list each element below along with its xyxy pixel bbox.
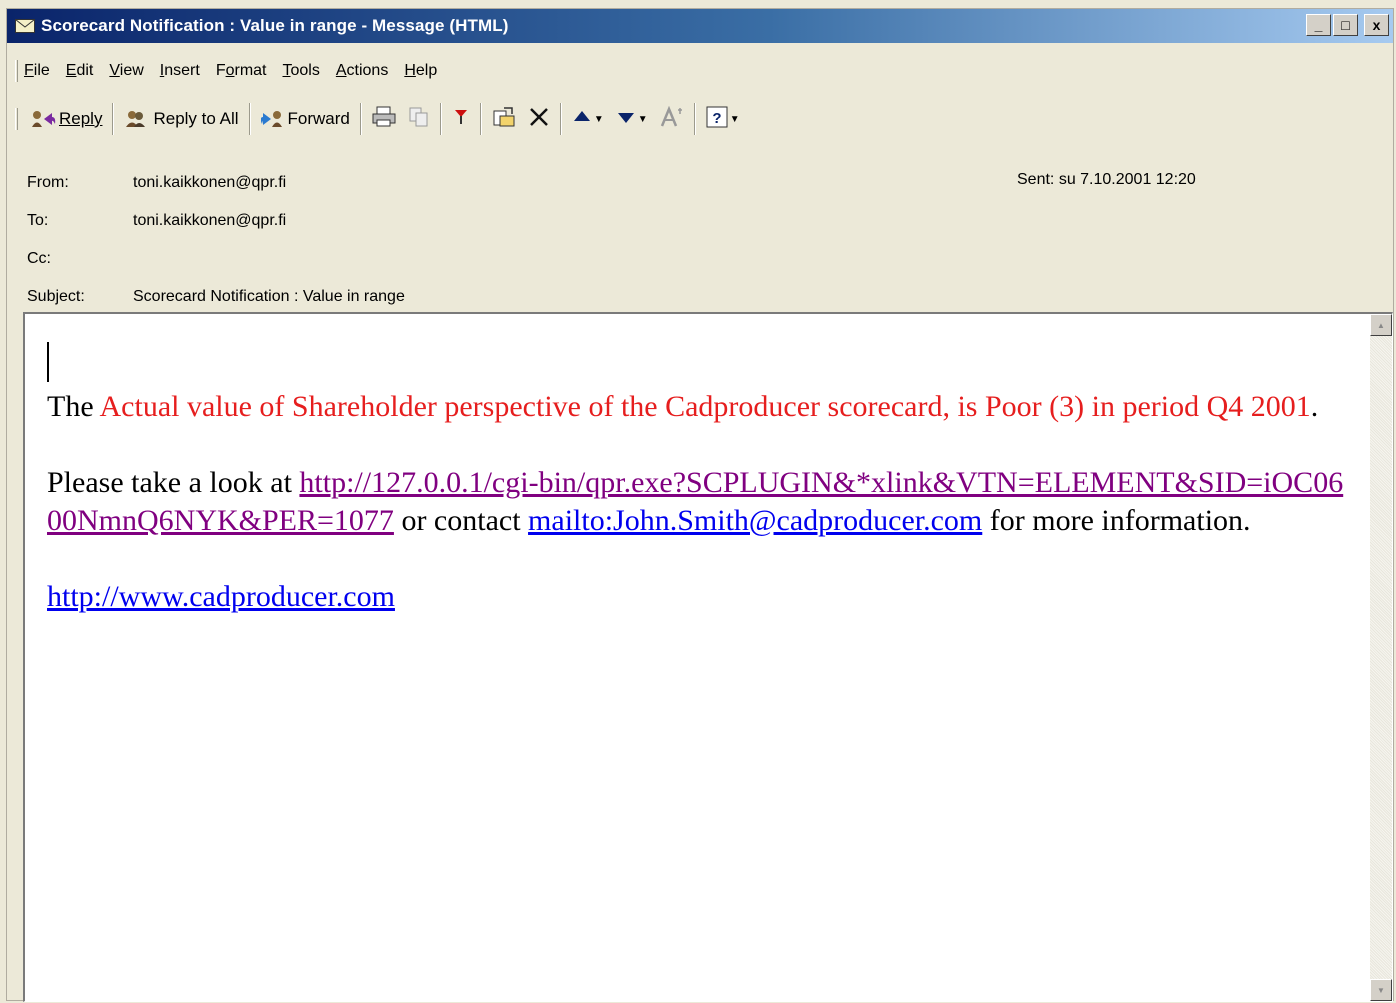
- delete-button[interactable]: [522, 102, 556, 136]
- minimize-button[interactable]: _: [1306, 14, 1331, 36]
- delete-icon: [528, 106, 550, 133]
- close-button[interactable]: x: [1364, 14, 1389, 36]
- flag-button[interactable]: [446, 102, 476, 136]
- toolbar-separator: [439, 103, 442, 135]
- from-value[interactable]: toni.kaikkonen@qpr.fi: [133, 174, 286, 198]
- forward-label: Forward: [287, 109, 350, 128]
- window-title: Scorecard Notification : Value in range …: [41, 16, 509, 35]
- email-link[interactable]: mailto:John.Smith@cadproducer.com: [528, 504, 982, 537]
- menu-view[interactable]: View: [109, 62, 143, 80]
- font-size-icon: [660, 105, 684, 133]
- website-paragraph: http://www.cadproducer.com: [47, 578, 1347, 616]
- menu-format[interactable]: Format: [216, 62, 267, 80]
- forward-icon: [260, 109, 285, 129]
- from-label: From:: [27, 174, 69, 191]
- cc-label: Cc:: [27, 250, 51, 267]
- subject-row: Subject: Scorecard Notification : Value …: [27, 288, 405, 312]
- up-arrow-icon: [572, 109, 592, 130]
- scroll-up-button[interactable]: ▲: [1370, 314, 1392, 336]
- print-button[interactable]: [366, 102, 402, 136]
- previous-item-button[interactable]: ▼: [566, 102, 610, 136]
- maximize-button[interactable]: □: [1333, 14, 1358, 36]
- menu-grip[interactable]: [15, 60, 18, 82]
- toolbar-separator: [559, 103, 562, 135]
- copy-button[interactable]: [402, 102, 436, 136]
- sent-value: su 7.10.2001 12:20: [1058, 171, 1196, 188]
- reply-icon: [30, 109, 56, 129]
- toolbar-separator: [112, 103, 115, 135]
- from-row: From: toni.kaikkonen@qpr.fi: [27, 174, 286, 198]
- forward-button[interactable]: Forward: [255, 102, 356, 136]
- cc-row: Cc:: [27, 250, 133, 274]
- to-row: To: toni.kaikkonen@qpr.fi: [27, 212, 286, 236]
- message-window: Scorecard Notification : Value in range …: [6, 8, 1394, 1002]
- message-content: The Actual value of Shareholder perspect…: [47, 342, 1347, 654]
- website-link[interactable]: http://www.cadproducer.com: [47, 580, 395, 613]
- toolbar-separator: [359, 103, 362, 135]
- menu-file[interactable]: File: [24, 62, 50, 80]
- copy-icon: [408, 106, 430, 133]
- chevron-down-icon[interactable]: ▼: [730, 114, 740, 125]
- move-to-folder-button[interactable]: [486, 102, 522, 136]
- vertical-scrollbar[interactable]: ▲ ▼: [1370, 314, 1392, 1001]
- printer-icon: [372, 106, 396, 133]
- standard-toolbar: Reply Reply to All Forward ▼ ▼ ? ▼: [7, 97, 1393, 141]
- font-size-button[interactable]: [654, 102, 690, 136]
- title-bar[interactable]: Scorecard Notification : Value in range …: [7, 9, 1393, 43]
- help-button[interactable]: ? ▼: [700, 102, 746, 136]
- menu-bar: File Edit View Insert Format Tools Actio…: [7, 57, 1393, 85]
- menu-actions[interactable]: Actions: [336, 62, 388, 80]
- contact-paragraph: Please take a look at http://127.0.0.1/c…: [47, 466, 1344, 537]
- scroll-down-button[interactable]: ▼: [1370, 979, 1392, 1001]
- flag-icon: [452, 106, 470, 133]
- toolbar-separator: [479, 103, 482, 135]
- subject-label: Subject:: [27, 288, 85, 305]
- sent-row: Sent: su 7.10.2001 12:20: [1017, 171, 1196, 189]
- down-arrow-icon: [616, 109, 636, 130]
- menu-insert[interactable]: Insert: [160, 62, 200, 80]
- toolbar-separator: [693, 103, 696, 135]
- to-label: To:: [27, 212, 49, 229]
- reply-all-icon: [124, 109, 150, 129]
- reply-button[interactable]: Reply: [24, 102, 108, 136]
- sent-label: Sent:: [1017, 171, 1055, 188]
- reply-all-button[interactable]: Reply to All: [118, 102, 244, 136]
- envelope-icon: [15, 19, 35, 33]
- chevron-down-icon[interactable]: ▼: [638, 114, 648, 125]
- menu-tools[interactable]: Tools: [283, 62, 320, 80]
- to-value[interactable]: toni.kaikkonen@qpr.fi: [133, 212, 286, 236]
- help-icon: ?: [706, 106, 728, 133]
- toolbar-grip[interactable]: [15, 108, 18, 130]
- next-item-button[interactable]: ▼: [610, 102, 654, 136]
- toolbar-separator: [248, 103, 251, 135]
- message-body[interactable]: The Actual value of Shareholder perspect…: [23, 312, 1393, 1002]
- subject-value: Scorecard Notification : Value in range: [133, 288, 405, 305]
- menu-edit[interactable]: Edit: [66, 62, 94, 80]
- text-caret: [47, 342, 49, 382]
- notification-paragraph: The Actual value of Shareholder perspect…: [47, 390, 1319, 423]
- svg-text:?: ?: [712, 110, 721, 127]
- menu-help[interactable]: Help: [404, 62, 437, 80]
- move-to-folder-icon: [492, 106, 516, 133]
- chevron-down-icon[interactable]: ▼: [594, 114, 604, 125]
- highlighted-text: Actual value of Shareholder perspective …: [99, 390, 1311, 423]
